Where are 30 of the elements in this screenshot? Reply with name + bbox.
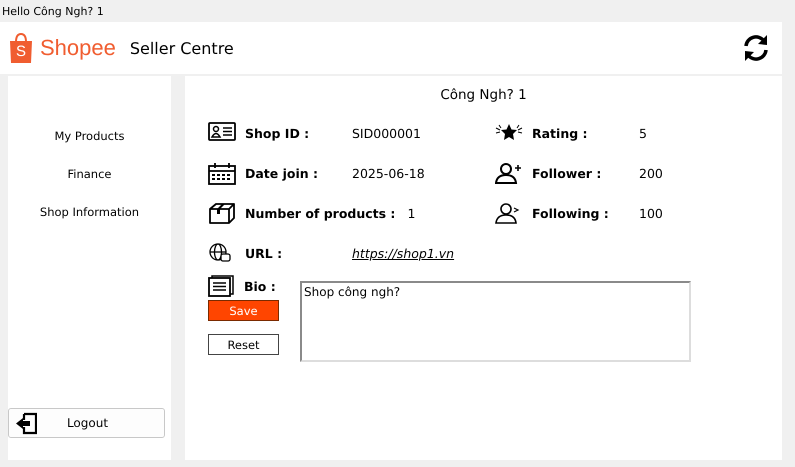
logout-icon [15, 412, 37, 434]
field-value: 200 [639, 166, 663, 180]
field-label: Following : [532, 206, 610, 220]
field-value: 5 [639, 126, 647, 140]
document-icon [208, 275, 234, 297]
field-label: Number of products : [245, 206, 396, 220]
window-title: Hello Công Ngh? 1 [1, 5, 104, 18]
calendar-icon [208, 162, 236, 184]
field-label: Follower : [532, 166, 602, 180]
logo-text: Shopee [40, 35, 116, 61]
field-value: 100 [639, 206, 663, 220]
field-label: Bio : [244, 278, 276, 294]
bio-field[interactable]: Shop công ngh? [300, 281, 691, 362]
box-icon [208, 202, 236, 224]
field-label: Shop ID : [245, 126, 310, 140]
shop-url-link[interactable]: https://shop1.vn [352, 246, 454, 260]
logout-button[interactable]: Logout [8, 408, 165, 438]
field-value: 2025-06-18 [352, 166, 425, 180]
app-title: Seller Centre [130, 38, 234, 58]
field-value: 1 [407, 206, 416, 220]
reset-button[interactable]: Reset [208, 334, 279, 355]
sidebar-item[interactable]: Finance [68, 167, 112, 181]
sidebar-item[interactable]: Shop Information [40, 205, 140, 219]
sidebar-item[interactable]: My Products [54, 129, 125, 143]
field-value: SID000001 [352, 126, 421, 140]
shop-name: Công Ngh? 1 [439, 87, 528, 103]
field-label: Date join : [245, 166, 320, 180]
field-label: Rating : [532, 126, 589, 140]
person-plus-icon [495, 162, 523, 184]
field-label: URL : [245, 246, 284, 260]
